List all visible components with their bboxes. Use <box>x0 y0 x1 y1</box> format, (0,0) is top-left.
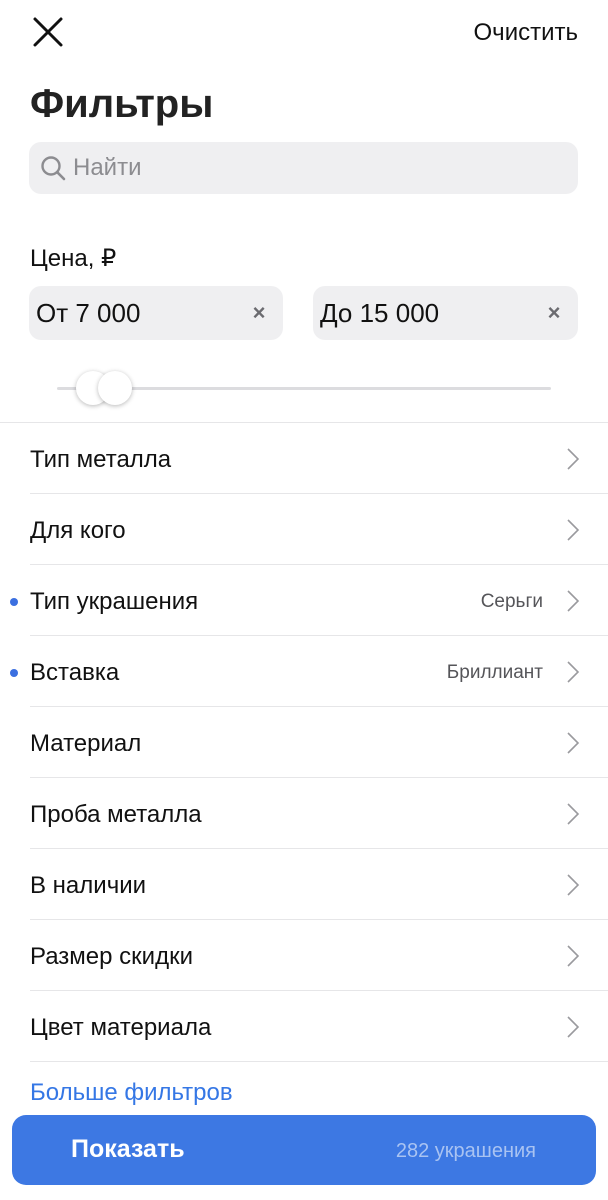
price-slider-max-handle[interactable] <box>98 371 132 405</box>
price-label: Цена, ₽ <box>30 245 117 272</box>
chevron-right-icon <box>567 732 580 754</box>
filter-label: Тип украшения <box>30 588 199 615</box>
filter-label: В наличии <box>30 872 147 899</box>
filter-label: Тип металла <box>30 446 172 473</box>
filter-row-material[interactable]: Материал <box>30 707 608 778</box>
price-to-field[interactable]: До 15 000 × <box>313 286 578 340</box>
clear-button[interactable]: Очистить <box>474 18 578 48</box>
active-filter-indicator <box>10 598 18 606</box>
chevron-right-icon <box>567 803 580 825</box>
filter-label: Вставка <box>30 659 120 686</box>
search-icon <box>41 156 66 181</box>
filter-label: Для кого <box>30 517 126 544</box>
filter-row-metal-type[interactable]: Тип металла <box>30 423 608 494</box>
clear-price-to-icon[interactable]: × <box>542 300 566 326</box>
price-to-value: До 15 000 <box>320 297 440 328</box>
filter-row-in-stock[interactable]: В наличии <box>30 849 608 920</box>
filter-row-metal-purity[interactable]: Проба металла <box>30 778 608 849</box>
filter-label: Размер скидки <box>30 943 193 970</box>
price-from-value: От 7 000 <box>36 297 141 328</box>
filter-row-discount-size[interactable]: Размер скидки <box>30 920 608 991</box>
page-title: Фильтры <box>30 82 214 126</box>
filter-selected-value: Серьги <box>480 591 543 612</box>
chevron-right-icon <box>567 519 580 541</box>
search-input[interactable] <box>73 154 553 182</box>
show-button-label: Показать <box>71 1135 185 1163</box>
price-from-field[interactable]: От 7 000 × <box>29 286 283 340</box>
clear-price-from-icon[interactable]: × <box>247 300 271 326</box>
close-button[interactable] <box>30 14 66 50</box>
filter-row-jewelry-type[interactable]: Тип украшения Серьги <box>10 565 608 636</box>
chevron-right-icon <box>567 448 580 470</box>
filter-row-material-color[interactable]: Цвет материала <box>30 991 608 1062</box>
chevron-right-icon <box>567 874 580 896</box>
filter-list: Тип металла Для кого Тип украшения Серьг… <box>0 422 608 1062</box>
filter-selected-value: Бриллиант <box>446 662 543 683</box>
show-results-button[interactable]: Показать 282 украшения <box>12 1115 596 1185</box>
chevron-right-icon <box>567 945 580 967</box>
filter-row-insert[interactable]: Вставка Бриллиант <box>10 636 608 707</box>
close-icon <box>33 17 63 47</box>
chevron-right-icon <box>567 1016 580 1038</box>
search-bar[interactable] <box>29 142 578 194</box>
filter-row-for-whom[interactable]: Для кого <box>30 494 608 565</box>
more-filters-link[interactable]: Больше фильтров <box>30 1076 233 1110</box>
active-filter-indicator <box>10 669 18 677</box>
filter-label: Цвет материала <box>30 1014 212 1041</box>
chevron-right-icon <box>567 590 580 612</box>
filter-label: Проба металла <box>30 801 202 828</box>
filter-label: Материал <box>30 730 142 757</box>
results-count: 282 украшения <box>395 1140 536 1162</box>
chevron-right-icon <box>567 661 580 683</box>
